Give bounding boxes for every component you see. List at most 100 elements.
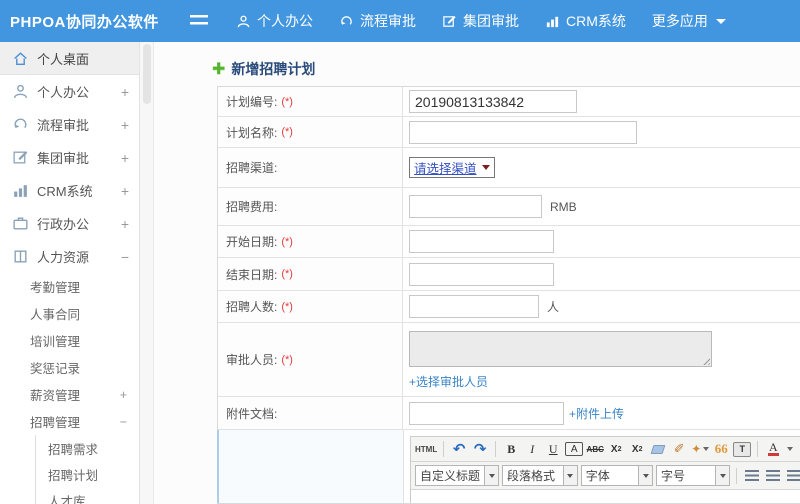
expand-plus-icon[interactable]: +	[121, 183, 129, 199]
nav-more-apps[interactable]: 更多应用	[652, 11, 726, 31]
sidebar-sub-label: 薪资管理	[30, 389, 81, 403]
eraser-icon[interactable]	[649, 440, 667, 458]
attachment-upload-link[interactable]: +附件上传	[569, 405, 624, 422]
book-icon	[12, 248, 29, 265]
sidebar-item-recruit-mgmt[interactable]: 招聘管理 −	[0, 408, 139, 435]
attachment-input[interactable]	[409, 401, 564, 425]
sidebar-item-talent-pool[interactable]: 人才库	[35, 487, 139, 504]
channel-select[interactable]: 请选择渠道	[409, 157, 495, 178]
headcount-input[interactable]	[409, 295, 539, 318]
expand-plus-icon[interactable]: +	[121, 84, 129, 100]
underline-button[interactable]: U	[544, 440, 562, 458]
nav-group-approval[interactable]: 集团审批	[442, 11, 519, 31]
start-date-input[interactable]	[409, 230, 554, 253]
superscript-button[interactable]: X2	[607, 440, 625, 458]
sidebar-item-label: 流程审批	[37, 118, 90, 133]
italic-button[interactable]: I	[523, 440, 541, 458]
paste-text-icon[interactable]: T	[733, 441, 752, 457]
sidebar-item-hr-contracts[interactable]: 人事合同	[0, 300, 139, 327]
subscript-button[interactable]: X2	[628, 440, 646, 458]
sidebar-item-label: 个人桌面	[37, 51, 90, 67]
field-label: 开始日期:	[226, 235, 278, 249]
sidebar-item-personal-office[interactable]: 个人办公 +	[0, 75, 139, 108]
plan-number-input[interactable]	[409, 90, 577, 113]
edit-icon	[442, 14, 457, 29]
approvers-textarea[interactable]	[409, 331, 712, 367]
flow-icon	[12, 116, 29, 133]
field-label: 附件文档:	[226, 406, 278, 421]
highlight-color-button[interactable]: ab	[796, 440, 800, 458]
form-row-plan-name: 计划名称: (*)	[218, 117, 800, 148]
sidebar-scrollbar[interactable]	[140, 42, 154, 504]
undo-icon[interactable]: ↶	[450, 440, 468, 458]
char-border-button[interactable]: A	[565, 442, 584, 456]
collapse-minus-icon[interactable]: −	[120, 415, 127, 429]
nav-workflow-approval[interactable]: 流程审批	[339, 11, 416, 31]
sidebar-item-workflow-approval[interactable]: 流程审批 +	[0, 108, 139, 141]
font-family-dropdown[interactable]: 字体	[580, 465, 653, 486]
sidebar-sub-label: 人事合同	[30, 308, 81, 322]
collapse-minus-icon[interactable]: −	[121, 249, 129, 265]
toolbar-separator	[443, 441, 445, 457]
editor-toolbar-row1: HTML ↶ ↷ B I U A ABC X2 X2 ✐ ✦ 66 T A	[411, 437, 800, 462]
plan-name-input[interactable]	[409, 120, 637, 144]
expand-plus-icon[interactable]: +	[121, 117, 129, 133]
strikethrough-button[interactable]: ABC	[586, 440, 604, 458]
fee-input[interactable]	[409, 195, 542, 218]
sidebar-item-label: CRM系统	[37, 184, 93, 199]
select-caret-icon	[481, 165, 490, 170]
font-color-button[interactable]: A	[764, 440, 782, 458]
expand-plus-icon[interactable]: +	[121, 150, 129, 166]
expand-plus-icon[interactable]: +	[120, 388, 127, 402]
sidebar-item-human-resources[interactable]: 人力资源 −	[0, 240, 139, 273]
align-right-icon[interactable]	[785, 467, 800, 485]
redo-icon[interactable]: ↷	[471, 440, 489, 458]
nav-crm-system[interactable]: CRM系统	[545, 11, 626, 31]
auto-format-icon[interactable]: ✦	[691, 440, 710, 458]
hamburger-menu-icon[interactable]	[190, 14, 208, 28]
paragraph-format-dropdown[interactable]: 段落格式	[502, 465, 578, 486]
user-icon	[236, 14, 251, 29]
sidebar-sub-label: 招聘计划	[48, 468, 99, 483]
form-row-plan-number: 计划编号: (*)	[218, 87, 800, 117]
end-date-input[interactable]	[409, 262, 554, 286]
custom-heading-dropdown[interactable]: 自定义标题	[415, 465, 500, 486]
sidebar-item-training-mgmt[interactable]: 培训管理	[0, 327, 139, 354]
toolbar-separator	[495, 441, 497, 457]
font-color-caret-icon[interactable]	[787, 447, 794, 451]
sidebar: 个人桌面 个人办公 + 流程审批 + 集团审批 + CRM系统 + 行政办公 +…	[0, 42, 140, 504]
sidebar-item-admin-office[interactable]: 行政办公 +	[0, 207, 139, 240]
sidebar-item-personal-desktop[interactable]: 个人桌面	[0, 42, 139, 75]
sidebar-item-salary-mgmt[interactable]: 薪资管理 +	[0, 381, 139, 408]
font-size-dropdown[interactable]: 字号	[656, 465, 730, 486]
bold-button[interactable]: B	[502, 440, 520, 458]
select-approvers-link[interactable]: +选择审批人员	[409, 373, 488, 390]
main-content: ✚ 新增招聘计划 计划编号: (*) 计划名称: (*) 招聘渠道: 请选择渠道	[154, 42, 800, 504]
sidebar-sub-label: 人才库	[48, 494, 86, 504]
field-label: 计划名称:	[226, 125, 278, 140]
sidebar-item-label: 人力资源	[37, 250, 90, 265]
home-icon	[12, 50, 29, 67]
sidebar-item-recruit-demand[interactable]: 招聘需求	[35, 435, 139, 461]
edit-icon	[12, 149, 29, 166]
field-label: 招聘渠道:	[226, 161, 278, 175]
scrollbar-thumb[interactable]	[142, 44, 151, 104]
html-source-button[interactable]: HTML	[415, 440, 437, 458]
align-left-icon[interactable]	[743, 467, 761, 485]
blockquote-button[interactable]: 66	[712, 440, 730, 458]
sidebar-item-attendance-mgmt[interactable]: 考勤管理	[0, 273, 139, 300]
rich-text-editor: HTML ↶ ↷ B I U A ABC X2 X2 ✐ ✦ 66 T A 自定…	[410, 436, 800, 503]
toolbar-separator	[736, 467, 737, 484]
field-label: 招聘费用:	[226, 200, 278, 214]
required-marker: (*)	[281, 95, 293, 108]
editor-content-area[interactable]	[411, 490, 800, 503]
expand-plus-icon[interactable]: +	[121, 216, 129, 232]
sidebar-item-rewards-records[interactable]: 奖惩记录	[0, 354, 139, 381]
sidebar-item-group-approval[interactable]: 集团审批 +	[0, 141, 139, 174]
nav-personal-office[interactable]: 个人办公	[236, 11, 313, 31]
recruit-plan-form: 计划编号: (*) 计划名称: (*) 招聘渠道: 请选择渠道	[217, 86, 800, 504]
align-center-icon[interactable]	[764, 467, 782, 485]
sidebar-item-recruit-plan[interactable]: 招聘计划	[35, 461, 139, 487]
sidebar-item-crm-system[interactable]: CRM系统 +	[0, 174, 139, 207]
format-brush-icon[interactable]: ✐	[670, 440, 688, 458]
